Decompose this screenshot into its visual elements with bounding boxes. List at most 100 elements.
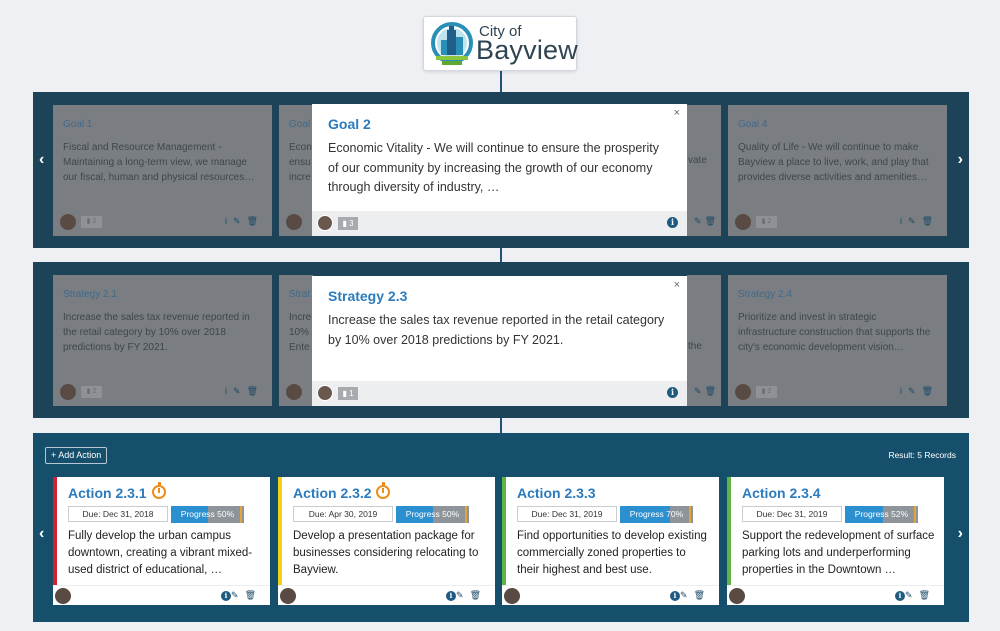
close-icon[interactable]: × bbox=[674, 279, 680, 291]
info-icon[interactable]: i bbox=[900, 216, 908, 226]
avatar bbox=[60, 384, 76, 400]
delete-icon[interactable]: 🗑 bbox=[247, 386, 264, 396]
strategy-card-title: Strategy 2.4 bbox=[738, 289, 792, 300]
goals-prev-arrow[interactable]: ‹ bbox=[39, 151, 44, 169]
action-title[interactable]: Action 2.3.4 bbox=[742, 485, 821, 501]
goal-card-title: Goal 4 bbox=[738, 119, 768, 130]
goals-next-arrow[interactable]: › bbox=[958, 151, 963, 169]
strategy-popup-footer: ▮ 1 i bbox=[312, 381, 687, 406]
info-icon[interactable]: i bbox=[225, 216, 233, 226]
card-action-icons: i✎🗑 bbox=[895, 590, 936, 601]
delete-icon[interactable]: 🗑 bbox=[922, 386, 939, 396]
result-count: Result: 5 Records bbox=[888, 450, 956, 460]
info-icon[interactable]: i bbox=[900, 386, 908, 396]
delete-icon[interactable]: 🗑 bbox=[922, 216, 939, 226]
card-action-icons: i✎🗑 bbox=[446, 590, 487, 601]
strategy-card-title: Strategy 2.1 bbox=[63, 289, 117, 300]
due-date: Due: Dec 31, 2019 bbox=[517, 506, 617, 522]
strategy-popup-title[interactable]: Strategy 2.3 bbox=[328, 288, 407, 304]
delete-icon[interactable]: 🗑 bbox=[245, 590, 262, 600]
info-icon[interactable]: i bbox=[667, 217, 678, 228]
strategy-detail-popup[interactable]: Strategy 2.3 × Increase the sales tax re… bbox=[312, 276, 687, 406]
info-icon[interactable]: i bbox=[895, 590, 906, 601]
overdue-clock-icon bbox=[376, 482, 390, 499]
delete-icon[interactable]: 🗑 bbox=[470, 590, 487, 600]
delete-icon[interactable]: 🗑 bbox=[919, 590, 936, 600]
action-description: Find opportunities to develop existing c… bbox=[517, 530, 707, 576]
info-icon[interactable]: i bbox=[225, 386, 233, 396]
goal-popup-footer: ▮ 3 i bbox=[312, 211, 687, 236]
delete-icon[interactable]: 🗑 bbox=[705, 216, 719, 226]
goal-card-4[interactable]: Goal 4 Quality of Life - We will continu… bbox=[728, 105, 947, 236]
card-action-icons: i✎🗑 bbox=[221, 590, 262, 601]
action-card[interactable]: Action 2.3.3 Due: Dec 31, 2019 Progress 70… bbox=[502, 477, 719, 605]
edit-icon[interactable]: ✎ bbox=[908, 386, 922, 396]
strategy-card-2-left[interactable]: Strat Incre 10% Ente bbox=[279, 275, 313, 406]
delete-icon[interactable]: 🗑 bbox=[247, 216, 264, 226]
avatar bbox=[735, 384, 751, 400]
strategy-card-4[interactable]: Strategy 2.4 Prioritize and invest in st… bbox=[728, 275, 947, 406]
goal-card-text: vate bbox=[688, 155, 707, 166]
avatar bbox=[286, 384, 302, 400]
action-title[interactable]: Action 2.3.3 bbox=[517, 485, 596, 501]
edit-icon[interactable]: ✎ bbox=[233, 386, 247, 396]
action-card[interactable]: Action 2.3.2 Due: Apr 30, 2019 Progress 50… bbox=[278, 477, 495, 605]
delete-icon[interactable]: 🗑 bbox=[705, 386, 719, 396]
avatar bbox=[280, 588, 296, 604]
info-icon[interactable]: i bbox=[221, 590, 232, 601]
action-description: Support the redevelopment of surface par… bbox=[742, 530, 935, 576]
logo-city-name: Bayview bbox=[476, 35, 578, 65]
action-title[interactable]: Action 2.3.1 bbox=[68, 485, 147, 501]
strategy-card-text: Increase the sales tax revenue reported … bbox=[63, 312, 250, 353]
goal-detail-popup[interactable]: Goal 2 × Economic Vitality - We will con… bbox=[312, 104, 687, 236]
card-action-icons: ✎🗑 bbox=[694, 386, 719, 397]
count-badge: ▮ 2 bbox=[756, 216, 777, 228]
goal-card-2-left[interactable]: Goal Econ ensu incre bbox=[279, 105, 313, 236]
city-logo: City of Bayview bbox=[423, 16, 578, 71]
connector-line bbox=[500, 71, 502, 92]
card-action-icons: i✎🗑 bbox=[225, 216, 264, 227]
overdue-clock-icon bbox=[152, 482, 166, 499]
edit-icon[interactable]: ✎ bbox=[908, 216, 922, 226]
action-card[interactable]: Action 2.3.4 Due: Dec 31, 2019 Progress 52… bbox=[727, 477, 944, 605]
action-card[interactable]: Action 2.3.1 Due: Dec 31, 2018 Progress 50… bbox=[53, 477, 270, 605]
avatar bbox=[317, 215, 333, 231]
goal-popup-title[interactable]: Goal 2 bbox=[328, 116, 371, 132]
progress-label: Progress 70% bbox=[629, 509, 684, 519]
strategy-card-1[interactable]: Strategy 2.1 Increase the sales tax reve… bbox=[53, 275, 272, 406]
edit-icon[interactable]: ✎ bbox=[233, 216, 247, 226]
card-action-icons: ✎🗑 bbox=[694, 216, 719, 227]
action-card-footer: i ✎🗑 bbox=[502, 585, 719, 605]
count-badge: ▮ 2 bbox=[756, 386, 777, 398]
edit-icon[interactable]: ✎ bbox=[231, 590, 245, 600]
edit-icon[interactable]: ✎ bbox=[905, 590, 919, 600]
close-icon[interactable]: × bbox=[674, 107, 680, 119]
actions-next-arrow[interactable]: › bbox=[958, 525, 963, 543]
info-icon[interactable]: i bbox=[446, 590, 457, 601]
goal-card-1[interactable]: Goal 1 Fiscal and Resource Management - … bbox=[53, 105, 272, 236]
delete-icon[interactable]: 🗑 bbox=[694, 590, 711, 600]
edit-icon[interactable]: ✎ bbox=[456, 590, 470, 600]
progress-bar: Progress 50% bbox=[396, 506, 469, 523]
avatar bbox=[286, 214, 302, 230]
goal-card-text: Quality of Life - We will continue to ma… bbox=[738, 142, 929, 183]
card-action-icons: i✎🗑 bbox=[900, 386, 939, 397]
add-action-button[interactable]: + Add Action bbox=[45, 447, 108, 464]
info-icon[interactable]: i bbox=[667, 387, 678, 398]
goal-card-text: Fiscal and Resource Management - Maintai… bbox=[63, 142, 255, 183]
edit-icon[interactable]: ✎ bbox=[680, 590, 694, 600]
progress-bar: Progress 50% bbox=[171, 506, 244, 523]
progress-bar: Progress 52% bbox=[845, 506, 918, 523]
info-icon[interactable]: i bbox=[670, 590, 681, 601]
action-description: Develop a presentation package for busin… bbox=[293, 530, 479, 576]
action-title[interactable]: Action 2.3.2 bbox=[293, 485, 372, 501]
actions-panel: + Add Action Result: 5 Records ‹ › Actio… bbox=[33, 433, 969, 622]
strategy-card-3-right[interactable]: the ✎🗑 bbox=[687, 275, 721, 406]
edit-icon[interactable]: ✎ bbox=[694, 386, 705, 396]
actions-prev-arrow[interactable]: ‹ bbox=[39, 525, 44, 543]
edit-icon[interactable]: ✎ bbox=[694, 216, 705, 226]
goal-card-3-right[interactable]: vate ✎🗑 bbox=[687, 105, 721, 236]
count-badge: ▮ 1 bbox=[338, 387, 358, 400]
action-card-footer: i ✎🗑 bbox=[727, 585, 944, 605]
action-description: Fully develop the urban campus downtown,… bbox=[68, 530, 253, 576]
